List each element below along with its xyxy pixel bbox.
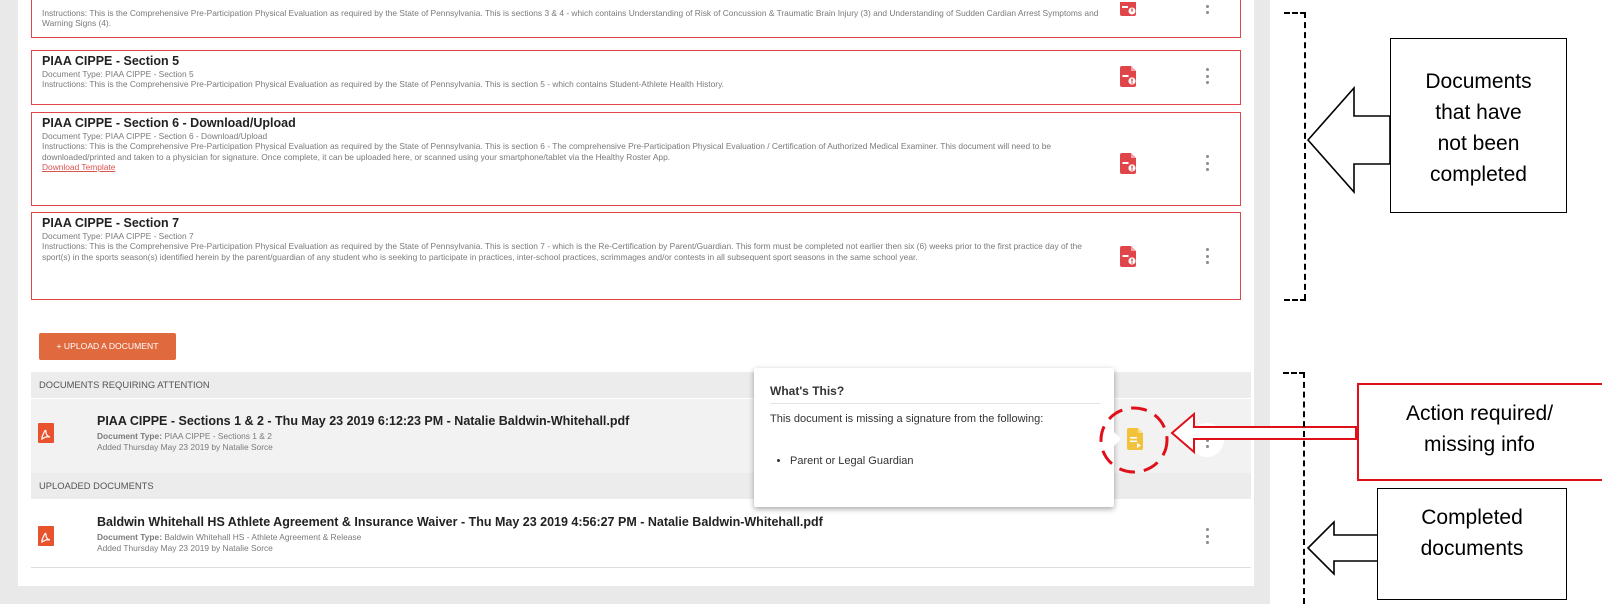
callout-not-completed: Documents that have not been completed bbox=[1390, 66, 1567, 190]
attention-doc-title[interactable]: PIAA CIPPE - Sections 1 & 2 - Thu May 23… bbox=[97, 414, 629, 428]
doc-type: Document Type: PIAA CIPPE - Section 5 bbox=[42, 69, 194, 79]
popover-title: What's This? bbox=[770, 384, 845, 398]
uploaded-doc-type: Document Type: Baldwin Whitehall HS - At… bbox=[97, 532, 361, 542]
doc-title: PIAA CIPPE - Section 7 bbox=[42, 216, 180, 230]
file-alert-icon[interactable] bbox=[1119, 246, 1137, 267]
popover-text: This document is missing a signature fro… bbox=[770, 413, 1044, 425]
doc-type-label: Document Type: bbox=[97, 431, 162, 441]
attention-doc-added: Added Thursday May 23 2019 by Natalie So… bbox=[97, 442, 273, 452]
popover-list-item: Parent or Legal Guardian bbox=[790, 455, 914, 467]
callout-completed: Completed documents bbox=[1377, 502, 1567, 564]
highlight-circle bbox=[1099, 406, 1169, 474]
bracket-top bbox=[1283, 372, 1305, 374]
upload-document-button[interactable]: + UPLOAD A DOCUMENT bbox=[39, 333, 176, 360]
black-callout-arrow bbox=[1306, 520, 1385, 576]
uploaded-doc-title[interactable]: Baldwin Whitehall HS Athlete Agreement &… bbox=[97, 515, 823, 529]
callout-action-required: Action required/ missing info bbox=[1357, 398, 1602, 460]
callout-line: not been bbox=[1437, 132, 1520, 155]
uploaded-doc-added: Added Thursday May 23 2019 by Natalie So… bbox=[97, 543, 273, 553]
required-doc-card[interactable]: PIAA CIPPE - Section 7 Document Type: PI… bbox=[31, 212, 1241, 300]
kebab-menu-icon[interactable] bbox=[1202, 5, 1212, 14]
black-callout-arrow bbox=[1306, 85, 1391, 195]
file-alert-icon[interactable] bbox=[1119, 153, 1137, 174]
required-doc-card[interactable]: PIAA CIPPE - Section 5 Document Type: PI… bbox=[31, 50, 1241, 105]
doc-type: Document Type: PIAA CIPPE - Section 6 - … bbox=[42, 131, 268, 141]
pdf-file-icon bbox=[38, 423, 54, 443]
bracket-bottom bbox=[1284, 299, 1306, 301]
doc-instructions: Instructions: This is the Comprehensive … bbox=[42, 241, 1082, 262]
popover-divider bbox=[770, 403, 1100, 404]
doc-title: PIAA CIPPE - Section 5 bbox=[42, 54, 180, 68]
bracket-top bbox=[1284, 12, 1306, 14]
doc-title: PIAA CIPPE - Section 6 - Download/Upload bbox=[42, 116, 296, 130]
red-callout-arrow bbox=[1170, 411, 1357, 455]
annotated-screenshot: Instructions: This is the Comprehensive … bbox=[0, 0, 1602, 604]
file-alert-icon[interactable] bbox=[1119, 66, 1137, 87]
required-doc-card[interactable]: Instructions: This is the Comprehensive … bbox=[31, 0, 1241, 38]
kebab-menu-icon[interactable] bbox=[1202, 68, 1212, 84]
doc-instructions: Instructions: This is the Comprehensive … bbox=[42, 8, 1099, 29]
callout-line: Action required/ bbox=[1405, 402, 1554, 425]
doc-instructions: Instructions: This is the Comprehensive … bbox=[42, 79, 724, 90]
required-doc-card[interactable]: PIAA CIPPE - Section 6 - Download/Upload… bbox=[31, 112, 1241, 206]
doc-type: Document Type: PIAA CIPPE - Section 7 bbox=[42, 231, 194, 241]
doc-type-value: PIAA CIPPE - Sections 1 & 2 bbox=[164, 431, 272, 441]
callout-line: that have bbox=[1435, 101, 1522, 124]
callout-line: documents bbox=[1420, 537, 1524, 560]
attention-doc-type: Document Type: PIAA CIPPE - Sections 1 &… bbox=[97, 431, 272, 441]
bracket-side bbox=[1303, 372, 1305, 604]
callout-line: completed bbox=[1430, 163, 1527, 186]
kebab-menu-icon[interactable] bbox=[1202, 248, 1212, 264]
popover-list: Parent or Legal Guardian bbox=[790, 455, 914, 467]
callout-line: Documents bbox=[1425, 70, 1532, 93]
download-template-link[interactable]: Download Template bbox=[42, 162, 1230, 173]
pdf-file-icon bbox=[38, 526, 54, 546]
kebab-menu-icon[interactable] bbox=[1202, 528, 1212, 544]
file-alert-icon[interactable] bbox=[1119, 2, 1137, 16]
whats-this-popover: What's This? This document is missing a … bbox=[754, 368, 1114, 507]
doc-type-value: Baldwin Whitehall HS - Athlete Agreement… bbox=[164, 532, 362, 542]
callout-line: Completed bbox=[1421, 506, 1523, 529]
doc-type-label: Document Type: bbox=[97, 532, 162, 542]
doc-instructions: Instructions: This is the Comprehensive … bbox=[42, 141, 1052, 162]
kebab-menu-icon[interactable] bbox=[1202, 155, 1212, 171]
callout-line: missing info bbox=[1424, 433, 1535, 456]
